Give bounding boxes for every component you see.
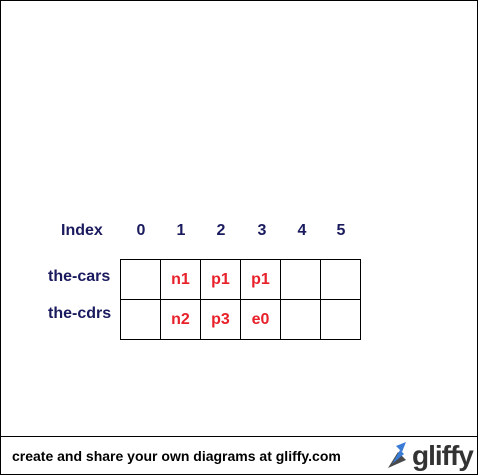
index-header: Index <box>61 222 103 239</box>
footer-divider <box>1 436 477 437</box>
memory-table: n1 p1 p1 n2 p3 e0 <box>120 259 361 340</box>
table-row-the-cdrs: n2 p3 e0 <box>120 299 361 340</box>
table-row-the-cars: n1 p1 p1 <box>120 259 361 300</box>
index-label-5: 5 <box>336 222 346 239</box>
cell-cdrs-1: n2 <box>160 299 201 340</box>
index-label-4: 4 <box>297 222 307 239</box>
cell-cdrs-2: p3 <box>200 299 241 340</box>
row-label-the-cars: the-cars <box>48 268 111 285</box>
gliffy-logo-text: gliffy <box>412 440 474 471</box>
row-label-the-cdrs: the-cdrs <box>48 305 112 322</box>
cell-cars-4 <box>280 259 321 300</box>
cell-cars-0 <box>120 259 161 300</box>
cell-cars-3: p1 <box>240 259 281 300</box>
cell-cdrs-4 <box>280 299 321 340</box>
cell-cdrs-3: e0 <box>240 299 281 340</box>
index-label-1: 1 <box>176 222 186 239</box>
index-label-0: 0 <box>136 222 146 239</box>
index-label-2: 2 <box>216 222 226 239</box>
index-label-3: 3 <box>257 222 267 239</box>
cell-cars-2: p1 <box>200 259 241 300</box>
cell-cars-5 <box>320 259 361 300</box>
footer-link[interactable]: create and share your own diagrams at gl… <box>12 448 341 464</box>
cell-cars-1: n1 <box>160 259 201 300</box>
cell-cdrs-5 <box>320 299 361 340</box>
cell-cdrs-0 <box>120 299 161 340</box>
